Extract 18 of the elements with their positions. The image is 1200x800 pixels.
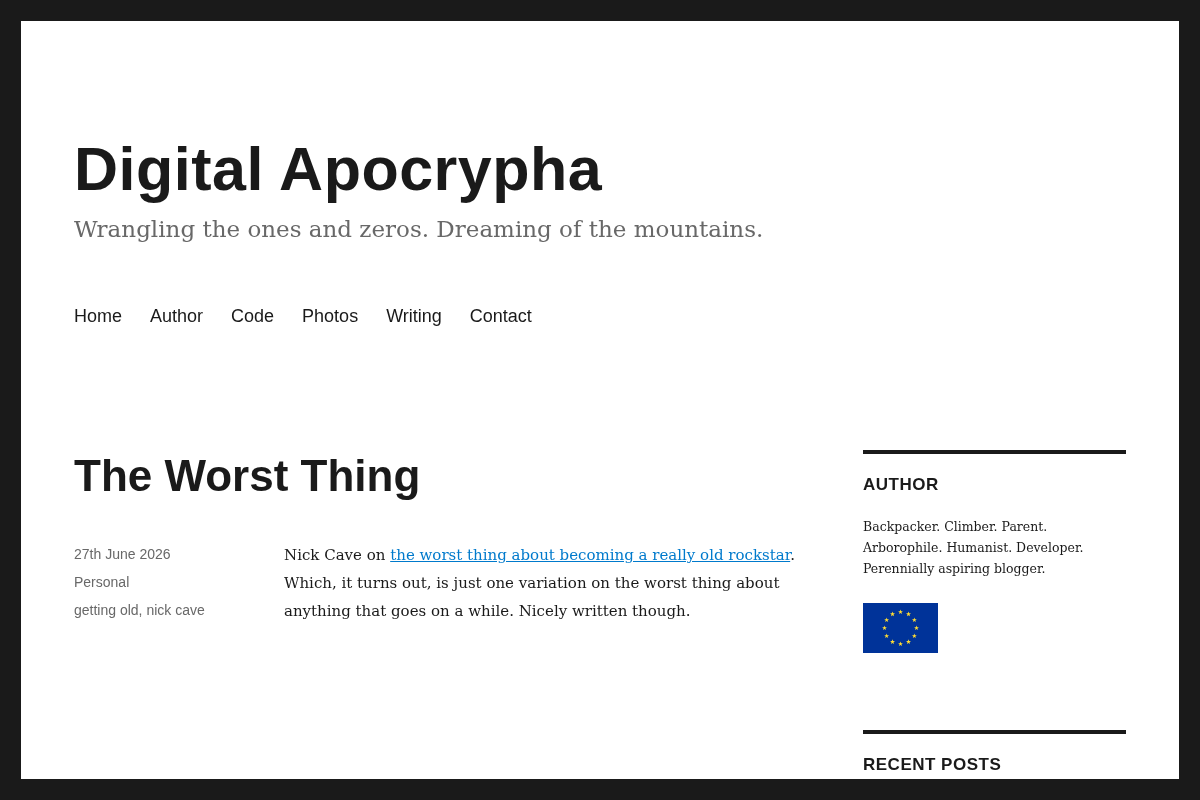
post-tags[interactable]: getting old, nick cave: [74, 596, 205, 625]
excerpt-link[interactable]: the worst thing about becoming a really old rockstar: [390, 546, 791, 565]
post-date[interactable]: 27th June 2026: [74, 540, 171, 569]
nav-link[interactable]: Code: [231, 304, 275, 329]
post-title[interactable]: The Worst Thing: [74, 450, 805, 504]
site-tagline: Wrangling the ones and zeros. Dreaming of the mountains.: [74, 215, 765, 245]
nav-link[interactable]: Author: [150, 304, 204, 329]
nav-link[interactable]: Contact: [469, 304, 532, 329]
widget-title: RECENT POSTS: [863, 755, 1003, 776]
nav-link[interactable]: Photos: [302, 304, 359, 329]
widget-title: AUTHOR: [863, 475, 940, 496]
post-category[interactable]: Personal: [74, 568, 130, 597]
post-excerpt: Nick Cave on the worst thing about becoming a really old rockstar. Which, it turns out, is just one variation on the worst thing about anything that goes on a while. Nicely written though.: [284, 545, 796, 623]
author-bio: Backpacker. Climber. Parent. Arborophile. Humanist. Developer. Perennially aspiring blogger.: [863, 518, 1085, 579]
flag-icon: [863, 603, 938, 654]
site-title[interactable]: Digital Apocrypha: [74, 131, 1126, 208]
nav-link[interactable]: Home: [74, 304, 122, 329]
nav-link[interactable]: Writing: [386, 304, 442, 329]
